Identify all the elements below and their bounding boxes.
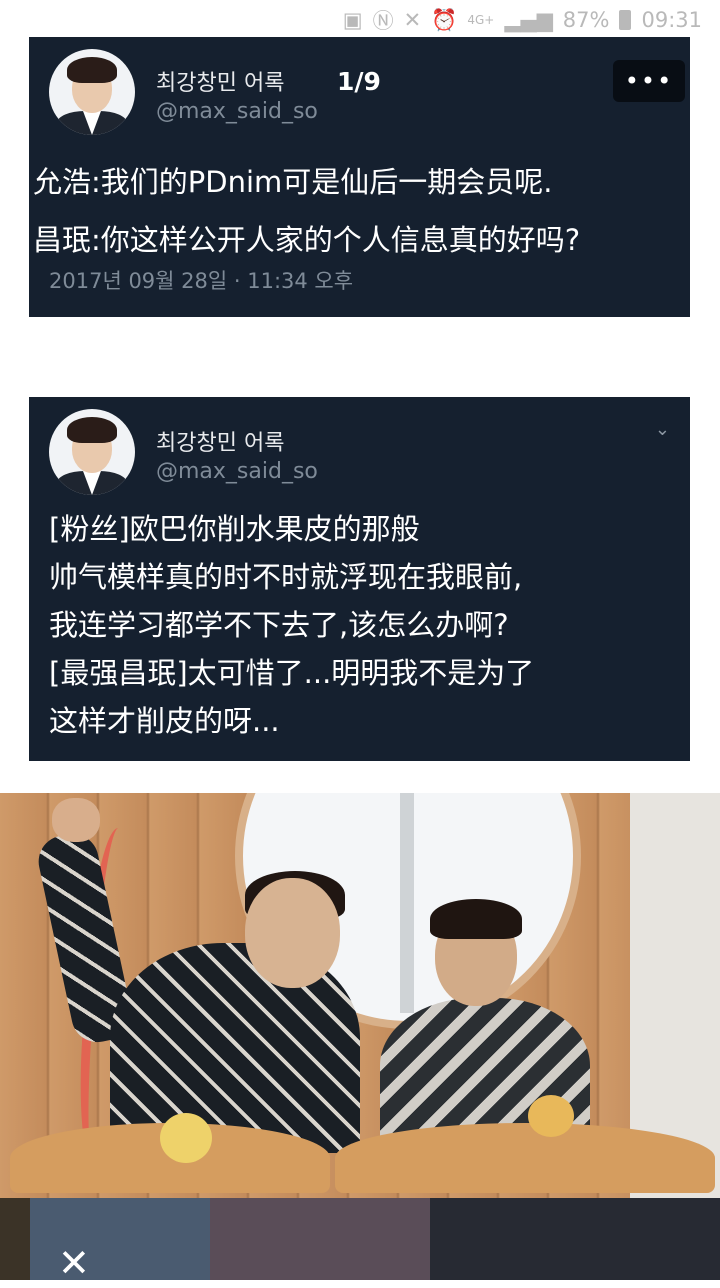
peeled-apple: [528, 1095, 574, 1137]
next-photo-strip[interactable]: [0, 1198, 720, 1280]
tweet-timestamp: 2017년 09월 28일 · 11:34 오후: [49, 269, 354, 293]
tweet-text: 允浩:我们的PDnim可是仙后一期会员呢. 昌珉:你这样公开人家的个人信息真的好…: [29, 153, 583, 269]
tweet-line: [粉丝]欧巴你削水果皮的那般: [49, 512, 420, 546]
tweet-line: 这样才削皮的呀...: [49, 704, 280, 738]
user-handle[interactable]: @max_said_so: [156, 459, 318, 484]
network-type-icon: 4G+: [467, 13, 495, 27]
nfc-icon: Ⓝ: [372, 9, 394, 33]
chevron-down-icon[interactable]: ⌄: [655, 419, 670, 440]
mute-icon: ✕: [403, 8, 422, 32]
image-notification-icon: ▣: [342, 8, 363, 32]
display-name[interactable]: 최강창민 어록: [156, 425, 284, 457]
clock: 09:31: [641, 8, 702, 32]
battery-percent: 87%: [562, 8, 610, 32]
status-bar: ▣ Ⓝ ✕ ⏰ 4G+ ▂▄▆ 87% 09:31: [0, 0, 720, 40]
alarm-icon: ⏰: [431, 7, 458, 32]
tweet-line: [最强昌珉]太可惜了...明明我不是为了: [49, 656, 535, 690]
avatar[interactable]: [49, 49, 135, 135]
tweet-line: 允浩:我们的PDnim可是仙后一期会员呢.: [29, 165, 555, 199]
tweet-text: [粉丝]欧巴你削水果皮的那般 帅气模样真的时不时就浮现在我眼前, 我连学习都学不…: [49, 505, 534, 745]
tweet-card-1[interactable]: 최강창민 어록 @max_said_so 1/9 ••• 允浩:我们的PDnim…: [29, 37, 690, 317]
user-handle[interactable]: @max_said_so: [156, 99, 318, 124]
more-options-button[interactable]: •••: [613, 60, 685, 102]
tweet-line: 帅气模样真的时不时就浮现在我眼前,: [49, 560, 523, 594]
avatar[interactable]: [49, 409, 135, 495]
tweet-line: 昌珉:你这样公开人家的个人信息真的好吗?: [29, 223, 583, 257]
signal-icon: ▂▄▆: [504, 8, 553, 32]
table: [335, 1123, 715, 1193]
image-counter: 1/9: [337, 67, 381, 96]
tweet-photo[interactable]: [0, 793, 720, 1198]
display-name[interactable]: 최강창민 어록: [156, 65, 284, 97]
peeled-apple: [160, 1113, 212, 1163]
tweet-line: 我连学习都学不下去了,该怎么办啊?: [49, 608, 509, 642]
close-icon[interactable]: ✕: [58, 1244, 98, 1288]
battery-icon: [619, 10, 632, 30]
tweet-card-2[interactable]: 최강창민 어록 @max_said_so ⌄ [粉丝]欧巴你削水果皮的那般 帅气…: [29, 397, 690, 761]
